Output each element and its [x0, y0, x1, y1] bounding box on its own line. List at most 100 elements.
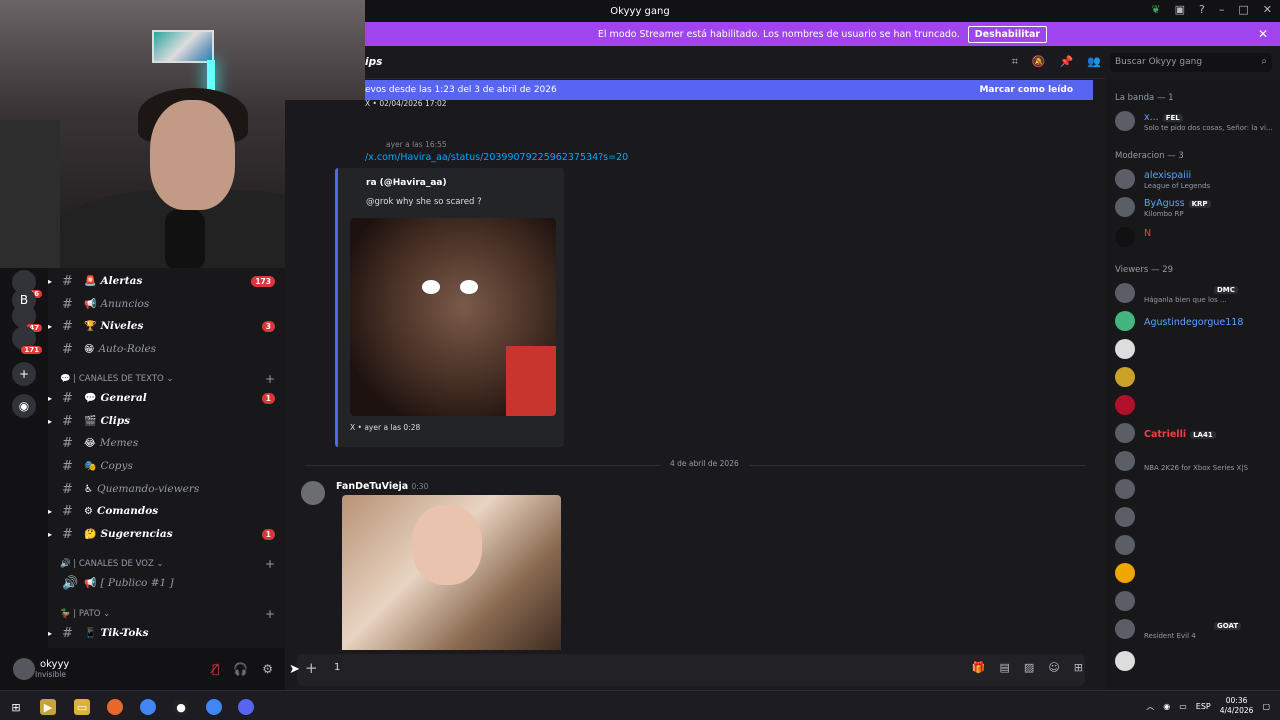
close-banner-icon[interactable]: ✕ [1258, 27, 1268, 41]
channel-name: Auto-Roles [98, 343, 157, 355]
member-item[interactable] [1115, 477, 1280, 503]
server-icon[interactable]: 171 [12, 326, 42, 354]
add-channel-icon[interactable]: + [265, 557, 275, 571]
voice-channel-publico[interactable]: 🔊 📢[ Publico #1 ] [48, 573, 285, 593]
sticker-icon[interactable]: ▨ [1024, 661, 1034, 674]
embed-author[interactable]: ra (@Havira_aa) [366, 178, 447, 188]
inbox-icon[interactable]: ▣ [1175, 3, 1185, 16]
channel-anuncios[interactable]: # 📢 Anuncios [48, 294, 285, 314]
chevron-up-icon[interactable]: ︿ [1146, 701, 1154, 712]
notifications-icon[interactable]: ▢ [1262, 702, 1270, 711]
chrome-icon[interactable] [206, 699, 222, 715]
channel-tik-toks[interactable]: ▸ # 📱 Tik-Toks [48, 623, 285, 643]
member-item[interactable]: x... FEL Solo te pido dos cosas, Señor: la… [1115, 109, 1280, 135]
category-pato[interactable]: 🦆 | PATO ⌄ + [60, 607, 285, 621]
channel-clips[interactable]: ▸ # 🎬 Clips [48, 411, 285, 431]
member-item[interactable] [1115, 505, 1280, 531]
gift-icon[interactable]: 🎁 [972, 661, 986, 674]
member-item[interactable] [1115, 589, 1280, 615]
member-item[interactable] [1115, 649, 1280, 675]
channel-quemando-viewers[interactable]: # ♿ Quemando-viewers [48, 479, 285, 499]
category-voice-channels[interactable]: 🔊 | CANALES DE VOZ ⌄ + [60, 557, 285, 571]
chrome-icon[interactable] [140, 699, 156, 715]
maximize-icon[interactable]: □ [1238, 3, 1248, 16]
member-item[interactable]: N [1115, 225, 1280, 251]
message-link[interactable]: /x.com/Havira_aa/status/2039907922596237… [365, 152, 628, 163]
channel-memes[interactable]: # 😂 Memes [48, 433, 285, 453]
minimize-icon[interactable]: – [1219, 3, 1225, 16]
pin-icon[interactable]: 📌 [1060, 55, 1074, 69]
emoji-icon[interactable]: ☺ [1048, 661, 1059, 674]
member-item[interactable]: NBA 2K26 for Xbox Series X|S [1115, 449, 1280, 475]
clock-time: 00:36 [1225, 696, 1248, 705]
member-item[interactable]: Catrielli LA41 [1115, 421, 1280, 447]
member-item[interactable]: DMC Háganla bien que los ... [1115, 281, 1280, 307]
member-activity: Resident Evil 4 [1144, 632, 1196, 640]
attach-plus-icon[interactable]: + [305, 659, 318, 677]
folder-icon[interactable]: ▭ [74, 699, 90, 715]
member-item[interactable]: Agustindegorgue118 [1115, 309, 1280, 335]
mic-muted-icon[interactable]: 🎙̸ [212, 662, 219, 676]
channel-auto-roles[interactable]: # 😁 Auto-Roles [48, 339, 285, 359]
window-title: Okyyy gang [610, 5, 670, 17]
server-tag: KRP [1188, 200, 1211, 208]
gif-icon[interactable]: ▤ [1000, 661, 1010, 674]
search-input[interactable]: Buscar Okyyy gang ⌕ [1110, 53, 1272, 72]
channel-alertas[interactable]: ▸ # 🚨 Alertas 173 [48, 271, 285, 291]
member-item[interactable] [1115, 561, 1280, 587]
message-input[interactable] [297, 654, 1085, 686]
threads-icon[interactable]: ⌗ [1012, 55, 1018, 69]
apps-icon[interactable]: ⊞ [1074, 661, 1083, 674]
mark-as-read-button[interactable]: Marcar como leído [979, 85, 1073, 95]
member-item[interactable] [1115, 365, 1280, 391]
app-tray-icon[interactable]: ◉ [1163, 702, 1170, 711]
headphones-icon[interactable]: 🎧 [233, 662, 248, 676]
help-icon[interactable]: ? [1199, 3, 1205, 16]
category-text-channels[interactable]: 💬 | CANALES DE TEXTO ⌄ + [60, 372, 285, 386]
avatar [1115, 507, 1135, 527]
network-icon[interactable]: ▭ [1179, 702, 1187, 711]
hash-icon: # [62, 458, 73, 474]
notification-mute-icon[interactable]: 🔕 [1032, 55, 1046, 69]
discord-icon[interactable] [238, 699, 254, 715]
add-channel-icon[interactable]: + [265, 372, 275, 386]
avatar[interactable] [301, 481, 325, 505]
message-author[interactable]: FanDeTuVieja 0:30 [336, 481, 428, 492]
channel-copys[interactable]: # 🎭 Copys [48, 456, 285, 476]
channel-emoji: 🎭 [84, 460, 97, 472]
explore-icon[interactable]: ◉ [12, 394, 36, 418]
leaf-icon[interactable]: ❦ [1151, 3, 1160, 16]
channel-name: Quemando-viewers [96, 483, 200, 495]
avatar[interactable] [13, 658, 35, 680]
server-icon[interactable]: 47 [12, 304, 42, 332]
windows-start-icon[interactable]: ⊞ [8, 699, 24, 715]
member-list-icon[interactable]: 👥 [1087, 55, 1101, 69]
disable-streamer-button[interactable]: Deshabilitar [967, 25, 1048, 43]
embed-image[interactable] [350, 218, 556, 416]
channel-general[interactable]: ▸ # 💬 General 1 [48, 388, 285, 408]
add-server-icon[interactable]: + [12, 362, 36, 386]
member-item[interactable]: ByAguss KRP Kilombo RP [1115, 195, 1280, 221]
clock[interactable]: 00:36 4/4/2026 [1220, 696, 1254, 716]
channel-name: Comandos [96, 505, 159, 517]
firefox-icon[interactable] [107, 699, 123, 715]
channel-sugerencias[interactable]: ▸ # 🤔 Sugerencias 1 [48, 524, 285, 544]
timestamp: ayer a las 16:55 [386, 140, 447, 149]
member-item[interactable] [1115, 337, 1280, 363]
hash-icon: # [62, 625, 73, 641]
member-item[interactable]: alexispaiii League of Legends [1115, 167, 1280, 193]
obs-icon[interactable]: ● [173, 699, 189, 715]
channel-niveles[interactable]: ▸ # 🏆 Niveles 3 [48, 316, 285, 336]
language-indicator[interactable]: ESP [1196, 702, 1211, 711]
settings-icon[interactable]: ⚙ [262, 662, 273, 676]
member-item[interactable] [1115, 393, 1280, 419]
member-item[interactable] [1115, 533, 1280, 559]
member-item[interactable]: GOAT Resident Evil 4 [1115, 617, 1280, 643]
close-window-icon[interactable]: ✕ [1263, 3, 1272, 16]
new-messages-bar[interactable]: evos desde las 1:23 del 3 de abril de 20… [365, 80, 1093, 100]
add-channel-icon[interactable]: + [265, 607, 275, 621]
app-icon[interactable]: ▶ [40, 699, 56, 715]
member-name: Catrielli [1144, 429, 1187, 440]
channel-comandos[interactable]: ▸ # ⚙ Comandos [48, 501, 285, 521]
message-image[interactable] [342, 495, 561, 650]
